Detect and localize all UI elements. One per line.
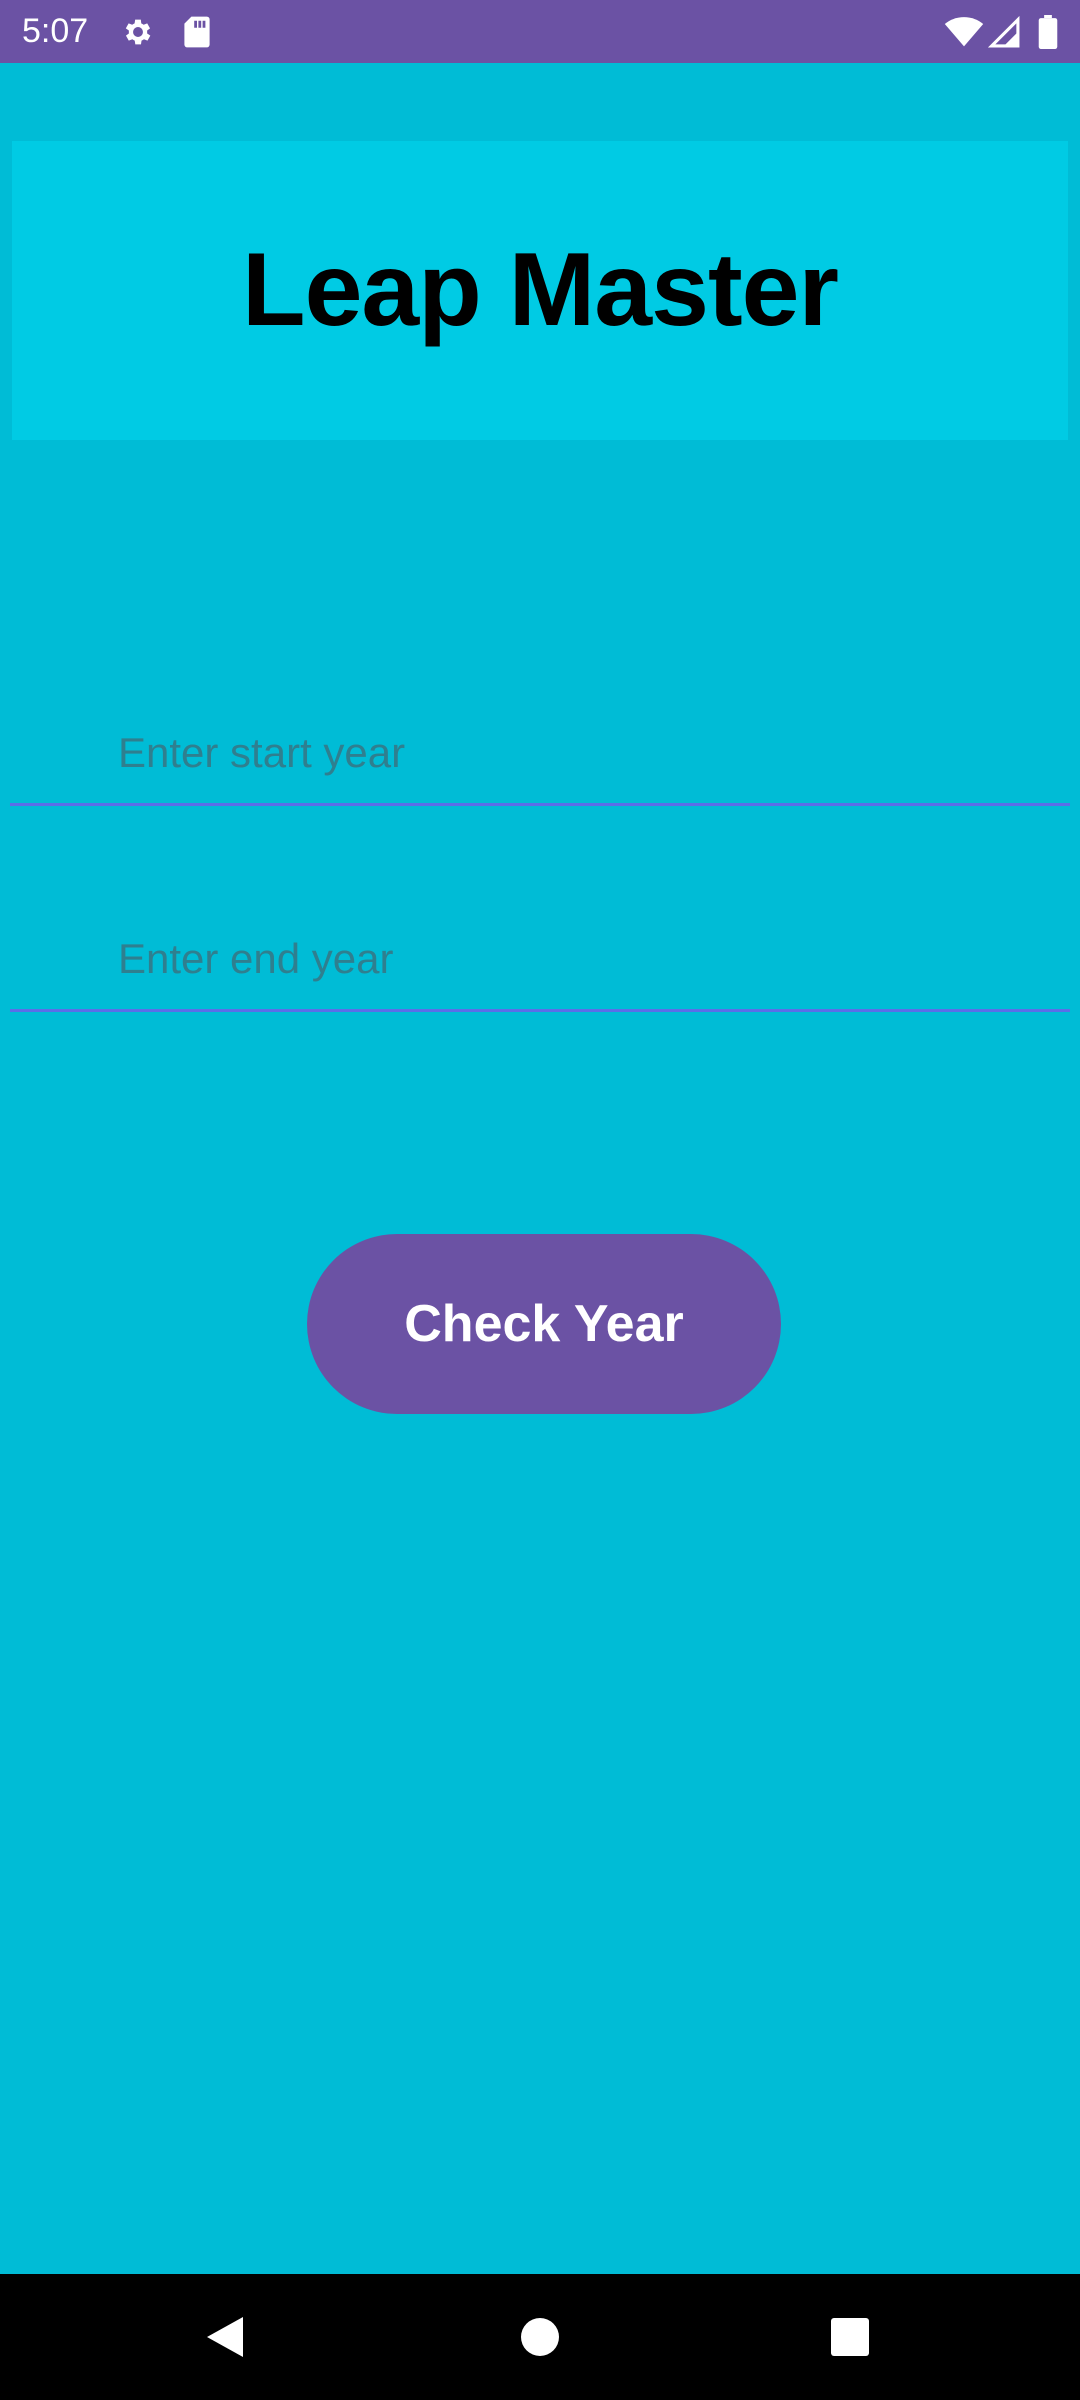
app-title: Leap Master bbox=[242, 232, 839, 348]
sd-card-icon bbox=[183, 0, 211, 63]
app-header: Leap Master bbox=[12, 141, 1068, 440]
end-year-field[interactable] bbox=[10, 908, 1070, 1012]
status-bar: 5:07 bbox=[0, 0, 1080, 63]
end-year-input[interactable] bbox=[10, 908, 1070, 1009]
battery-icon bbox=[1038, 0, 1058, 63]
navigation-bar bbox=[0, 2274, 1080, 2400]
recents-icon[interactable] bbox=[815, 2274, 885, 2400]
gear-icon bbox=[121, 0, 155, 63]
status-time: 5:07 bbox=[22, 12, 89, 50]
check-year-button[interactable]: Check Year bbox=[307, 1234, 781, 1414]
signal-icon bbox=[987, 0, 1021, 63]
start-year-input[interactable] bbox=[10, 702, 1070, 803]
home-icon[interactable] bbox=[505, 2274, 575, 2400]
back-icon[interactable] bbox=[190, 2274, 260, 2400]
wifi-icon bbox=[944, 0, 984, 63]
start-year-field[interactable] bbox=[10, 702, 1070, 806]
